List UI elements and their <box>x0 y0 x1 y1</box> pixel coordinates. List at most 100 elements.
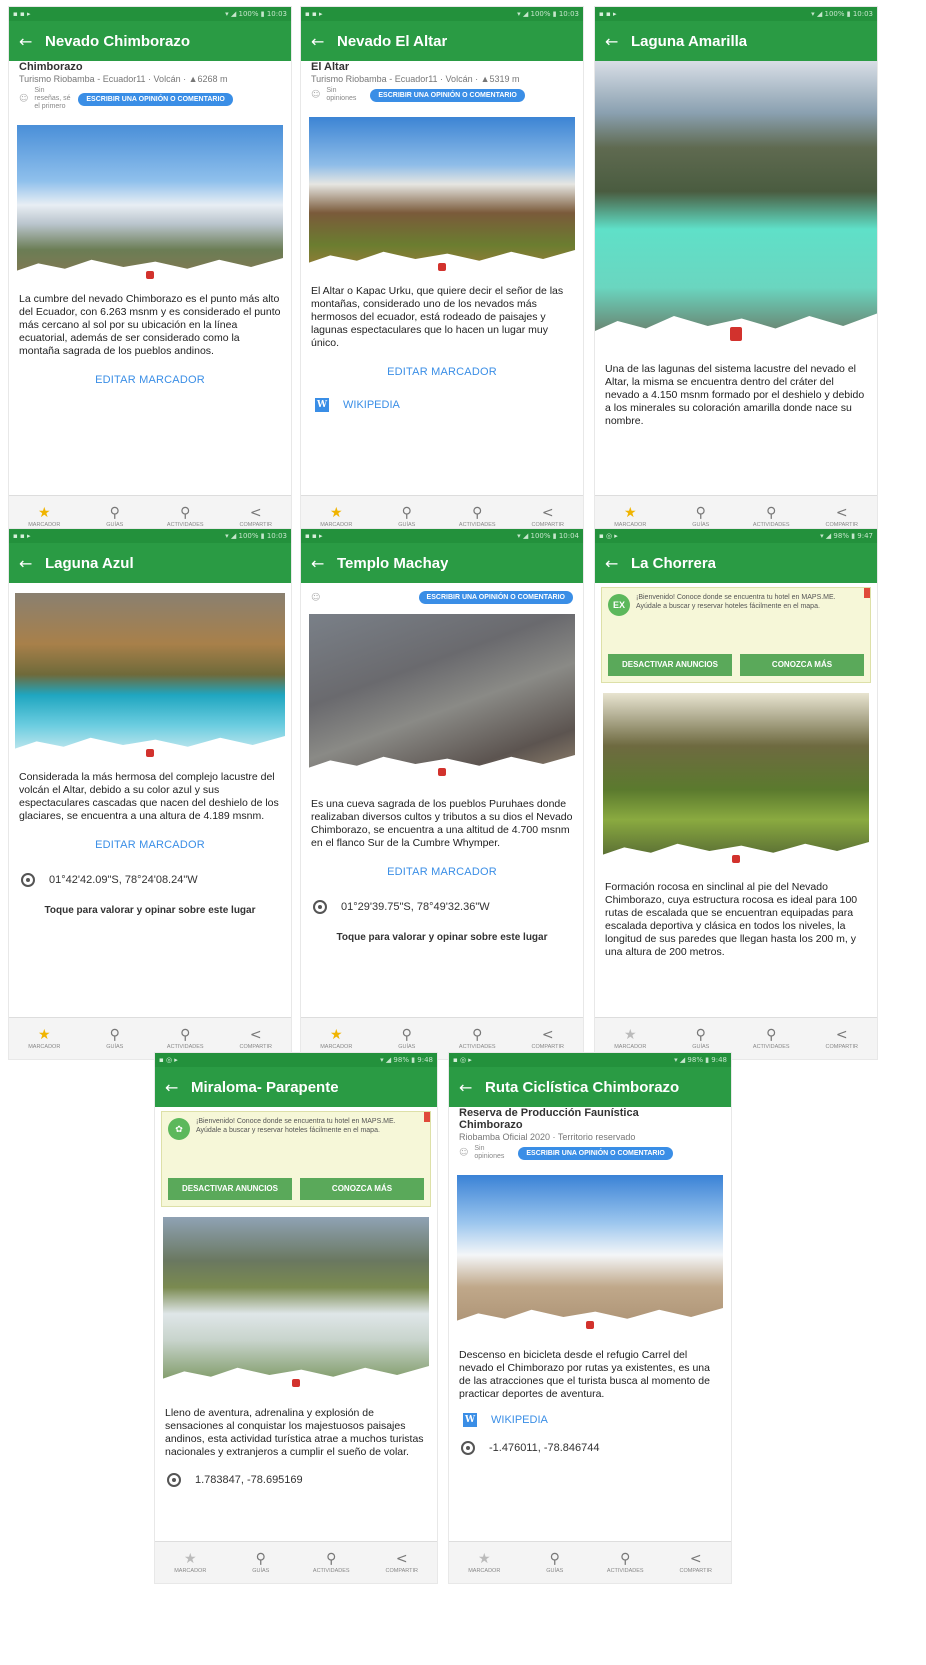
hiker-icon: ⚲ <box>472 1026 483 1043</box>
bottom-nav: ★ Marcador ⚲ Guías ⚲ Actividades < Compartir <box>449 1541 731 1583</box>
nav-bookmark[interactable]: ★ Marcador <box>449 1542 520 1583</box>
status-bar: ▪ ◎ ▸ ▾ ◢ 98% ▮ 9:48 <box>449 1053 731 1067</box>
nav-bookmark[interactable]: ★ Marcador <box>155 1542 226 1583</box>
star-icon: ★ <box>477 1550 491 1567</box>
coordinates-row[interactable]: 01°29'39.75"S, 78°49'32.36"W <box>301 886 583 914</box>
star-icon: ★ <box>37 504 51 521</box>
coordinates-row[interactable]: 01°42'42.09"S, 78°24'08.24"W <box>9 859 291 887</box>
app-bar: ← Nevado Chimborazo <box>9 21 291 61</box>
wikipedia-icon: W <box>315 398 329 412</box>
share-icon: < <box>249 504 262 521</box>
coordinates-row[interactable]: 1.783847, -78.695169 <box>155 1459 437 1487</box>
ad-close-icon[interactable] <box>864 588 870 598</box>
status-bar: ▪ ▪ ▸ ▾ ◢ 100% ▮ 10:04 <box>301 529 583 543</box>
status-bar: ▪ ▪ ▸ ▾ ◢ 100% ▮ 10:03 <box>9 7 291 21</box>
learn-more-button[interactable]: CONOZCA MÁS <box>300 1178 424 1200</box>
nav-share[interactable]: < Compartir <box>661 1542 732 1583</box>
share-icon: < <box>835 1026 848 1043</box>
location-target-icon <box>313 900 327 914</box>
star-icon: ★ <box>623 1026 637 1043</box>
wikipedia-link[interactable]: W WIKIPEDIA <box>301 386 583 412</box>
share-icon: < <box>395 1550 408 1567</box>
back-arrow-icon[interactable]: ← <box>605 554 631 573</box>
coordinates-row[interactable]: -1.476011, -78.846744 <box>449 1427 731 1455</box>
screen-laguna-amarilla: ▪ ▪ ▸ ▾ ◢ 100% ▮ 10:03 ← Laguna Amarilla … <box>594 6 878 538</box>
place-photo <box>603 693 869 869</box>
place-subtitle: Riobamba Oficial 2020 · Territorio reser… <box>459 1132 636 1142</box>
app-bar: ← Laguna Azul <box>9 543 291 583</box>
pin-icon <box>732 855 740 863</box>
back-arrow-icon[interactable]: ← <box>311 554 337 573</box>
rate-prompt[interactable]: Toque para valorar y opinar sobre este l… <box>9 887 291 916</box>
rating-icon: ☺ <box>311 592 321 603</box>
nav-guides[interactable]: ⚲ Guías <box>226 1542 297 1583</box>
share-icon: < <box>541 1026 554 1043</box>
rating-icon: ☺ <box>459 1148 469 1158</box>
edit-bookmark-link[interactable]: EDITAR MARCADOR <box>9 358 291 394</box>
wikipedia-link[interactable]: W WIKIPEDIA <box>449 1401 731 1427</box>
star-icon: ★ <box>329 1026 343 1043</box>
place-description: La cumbre del nevado Chimborazo es el pu… <box>19 293 281 357</box>
nav-activities[interactable]: ⚲ Actividades <box>590 1542 661 1583</box>
disable-ads-button[interactable]: DESACTIVAR ANUNCIOS <box>168 1178 292 1200</box>
nav-activities[interactable]: ⚲ Actividades <box>736 1018 807 1059</box>
edit-bookmark-link[interactable]: EDITAR MARCADOR <box>9 823 291 859</box>
nav-bookmark[interactable]: ★ Marcador <box>9 1018 80 1059</box>
ad-text: ¡Bienvenido! Conoce donde se encuentra t… <box>196 1118 396 1134</box>
rating-text: Sin opiniones <box>474 1145 505 1160</box>
nav-share[interactable]: < Compartir <box>807 1018 878 1059</box>
write-review-button[interactable]: ESCRIBIR UNA OPINIÓN O COMENTARIO <box>370 88 525 102</box>
page-title: Laguna Azul <box>45 554 134 572</box>
learn-more-button[interactable]: CONOZCA MÁS <box>740 654 864 676</box>
ad-close-icon[interactable] <box>424 1112 430 1122</box>
hiker-icon: ⚲ <box>180 1026 191 1043</box>
status-bar: ▪ ▪ ▸ ▾ ◢ 100% ▮ 10:03 <box>301 7 583 21</box>
hiker-icon: ⚲ <box>620 1550 631 1567</box>
nav-guides[interactable]: ⚲ Guías <box>520 1542 591 1583</box>
place-photo <box>595 61 877 351</box>
write-review-button[interactable]: ESCRIBIR UNA OPINIÓN O COMENTARIO <box>518 1146 673 1160</box>
back-arrow-icon[interactable]: ← <box>19 554 45 573</box>
page-title: Laguna Amarilla <box>631 32 748 50</box>
coordinates: 01°29'39.75"S, 78°49'32.36"W <box>341 901 490 913</box>
location-target-icon <box>21 873 35 887</box>
back-arrow-icon[interactable]: ← <box>605 32 631 51</box>
screen-ruta-ciclistica: ▪ ◎ ▸ ▾ ◢ 98% ▮ 9:48 ← Ruta Ciclística Ch… <box>448 1052 732 1584</box>
place-subtitle: Turismo Riobamba - Ecuador11 · Volcán · … <box>311 74 520 84</box>
screen-nevado-chimborazo: ▪ ▪ ▸ ▾ ◢ 100% ▮ 10:03 ← Nevado Chimboraz… <box>8 6 292 538</box>
edit-bookmark-link[interactable]: EDITAR MARCADOR <box>301 850 583 886</box>
back-arrow-icon[interactable]: ← <box>311 32 337 51</box>
page-title: La Chorrera <box>631 554 717 572</box>
hiker-icon: ⚲ <box>180 504 191 521</box>
star-icon: ★ <box>329 504 343 521</box>
nav-share[interactable]: < Compartir <box>367 1542 438 1583</box>
back-arrow-icon[interactable]: ← <box>165 1078 191 1097</box>
app-bar: ← Templo Machay <box>301 543 583 583</box>
ad-banner[interactable]: ✿ ¡Bienvenido! Conoce donde se encuentra… <box>161 1111 431 1207</box>
place-photo <box>457 1175 723 1335</box>
edit-bookmark-link[interactable]: EDITAR MARCADOR <box>301 350 583 386</box>
nav-guides[interactable]: ⚲ Guías <box>80 1018 151 1059</box>
back-arrow-icon[interactable]: ← <box>19 32 45 51</box>
back-arrow-icon[interactable]: ← <box>459 1078 485 1097</box>
app-bar: ← Nevado El Altar <box>301 21 583 61</box>
ad-banner[interactable]: EX ¡Bienvenido! Conoce donde se encuentr… <box>601 587 871 683</box>
disable-ads-button[interactable]: DESACTIVAR ANUNCIOS <box>608 654 732 676</box>
place-name: Reserva de Producción Faunística Chimbor… <box>459 1107 639 1131</box>
rate-prompt[interactable]: Toque para valorar y opinar sobre este l… <box>301 914 583 943</box>
write-review-button[interactable]: ESCRIBIR UNA OPINIÓN O COMENTARIO <box>418 591 573 604</box>
page-title: Templo Machay <box>337 554 449 572</box>
walker-icon: ⚲ <box>255 1550 266 1567</box>
walker-icon: ⚲ <box>109 504 120 521</box>
ad-logo: ✿ <box>168 1118 190 1140</box>
page-title: Nevado Chimborazo <box>45 32 191 50</box>
place-description: Descenso en bicicleta desde el refugio C… <box>459 1349 710 1400</box>
share-icon: < <box>249 1026 262 1043</box>
screen-templo-machay: ▪ ▪ ▸ ▾ ◢ 100% ▮ 10:04 ← Templo Machay ☺ … <box>300 528 584 1060</box>
hiker-icon: ⚲ <box>472 504 483 521</box>
place-photo <box>309 614 575 782</box>
place-photo <box>15 593 285 763</box>
nav-activities[interactable]: ⚲ Actividades <box>296 1542 367 1583</box>
write-review-button[interactable]: ESCRIBIR UNA OPINIÓN O COMENTARIO <box>78 92 233 106</box>
coordinates: -1.476011, -78.846744 <box>489 1442 600 1454</box>
